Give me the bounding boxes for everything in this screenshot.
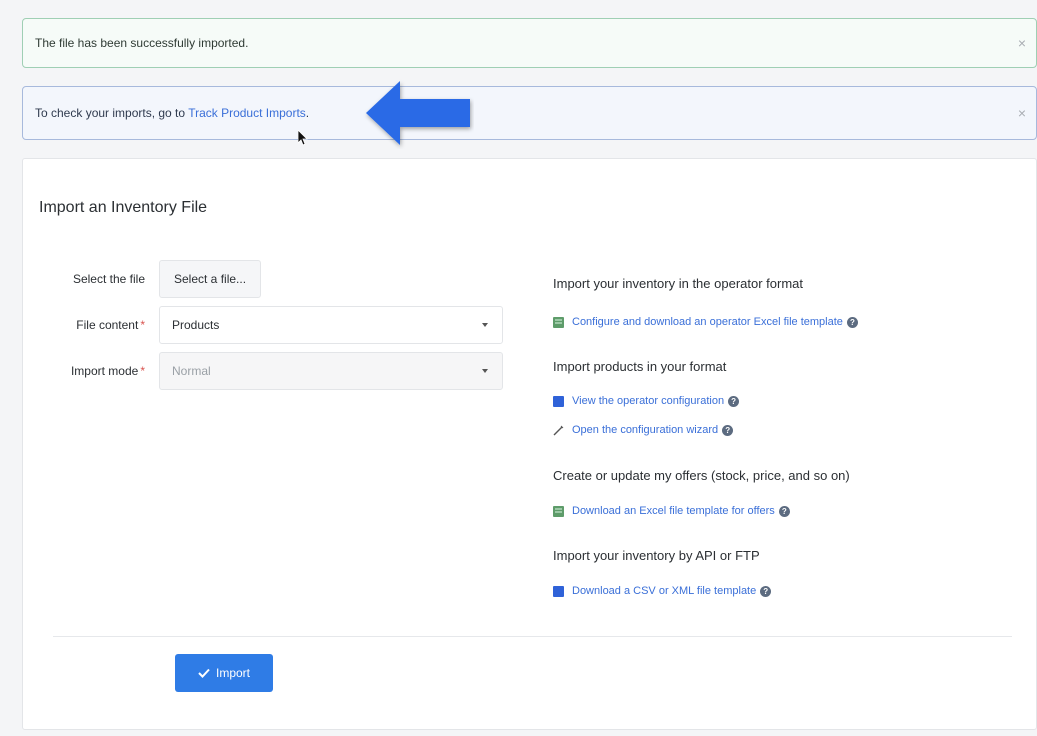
download-csv-xml-template-link[interactable]: Download a CSV or XML file template — [572, 585, 756, 597]
content-label: File content * — [23, 318, 159, 332]
file-content-value: Products — [172, 318, 220, 332]
import-button[interactable]: Import — [175, 654, 273, 692]
info-alert-suffix: . — [305, 106, 310, 120]
file-label: Select the file — [72, 272, 145, 286]
link-row: Configure and download an operator Excel… — [553, 316, 858, 328]
open-configuration-wizard-link[interactable]: Open the configuration wizard — [572, 424, 718, 436]
content-label-text: File content — [76, 318, 139, 332]
import-mode-value: Normal — [172, 364, 211, 378]
close-icon[interactable]: × — [1018, 105, 1026, 121]
file-content-select[interactable]: Products — [159, 306, 503, 344]
divider — [53, 636, 1012, 637]
link-row: View the operator configuration ? — [553, 395, 740, 407]
chevron-down-icon — [482, 323, 488, 327]
excel-icon — [553, 316, 564, 328]
page-title: Import an Inventory File — [39, 199, 208, 216]
mouse-cursor-icon — [298, 130, 308, 146]
help-icon[interactable]: ? — [760, 585, 772, 597]
mode-row: Import mode * Normal — [23, 352, 503, 390]
download-offers-template-link[interactable]: Download an Excel file template for offe… — [572, 505, 775, 517]
link-row: Download an Excel file template for offe… — [553, 505, 790, 517]
section-heading-api-ftp: Import your inventory by API or FTP — [553, 548, 760, 563]
help-icon[interactable]: ? — [722, 424, 734, 436]
book-icon — [553, 395, 564, 407]
mode-label: Import mode * — [23, 364, 159, 378]
section-heading-operator-format: Import your inventory in the operator fo… — [553, 276, 804, 291]
excel-icon — [553, 505, 564, 517]
book-icon — [553, 585, 564, 597]
import-mode-select[interactable]: Normal — [159, 352, 503, 390]
link-row: Download a CSV or XML file template ? — [553, 585, 772, 597]
file-row: Select the file Select a file... — [23, 260, 262, 298]
select-file-button[interactable]: Select a file... — [159, 260, 262, 298]
section-heading-your-format: Import products in your format — [553, 359, 727, 374]
import-panel: Import an Inventory File Select the file… — [22, 158, 1037, 730]
success-alert: The file has been successfully imported.… — [22, 18, 1037, 68]
import-button-label: Import — [215, 666, 250, 680]
mode-label-text: Import mode — [70, 364, 139, 378]
view-operator-configuration-link[interactable]: View the operator configuration — [572, 395, 724, 407]
required-marker: * — [140, 364, 145, 378]
checkmark-icon — [198, 668, 210, 678]
help-icon[interactable]: ? — [846, 316, 858, 328]
magic-wand-icon — [553, 425, 564, 435]
success-alert-text: The file has been successfully imported. — [35, 36, 249, 50]
content-row: File content * Products — [23, 306, 503, 344]
help-icon[interactable]: ? — [778, 505, 790, 517]
info-alert-text: To check your imports, go to Track Produ… — [35, 106, 309, 120]
required-marker: * — [140, 318, 145, 332]
link-row: Open the configuration wizard ? — [553, 424, 734, 436]
info-alert: To check your imports, go to Track Produ… — [22, 86, 1037, 140]
configure-template-link[interactable]: Configure and download an operator Excel… — [572, 316, 843, 328]
info-alert-prefix: To check your imports, go to — [35, 106, 189, 120]
close-icon[interactable]: × — [1018, 35, 1026, 51]
section-heading-offers: Create or update my offers (stock, price… — [553, 468, 850, 483]
track-product-imports-link[interactable]: Track Product Imports — [188, 106, 306, 120]
pointer-arrow-icon — [366, 81, 470, 145]
help-icon[interactable]: ? — [728, 395, 740, 407]
chevron-down-icon — [482, 369, 488, 373]
